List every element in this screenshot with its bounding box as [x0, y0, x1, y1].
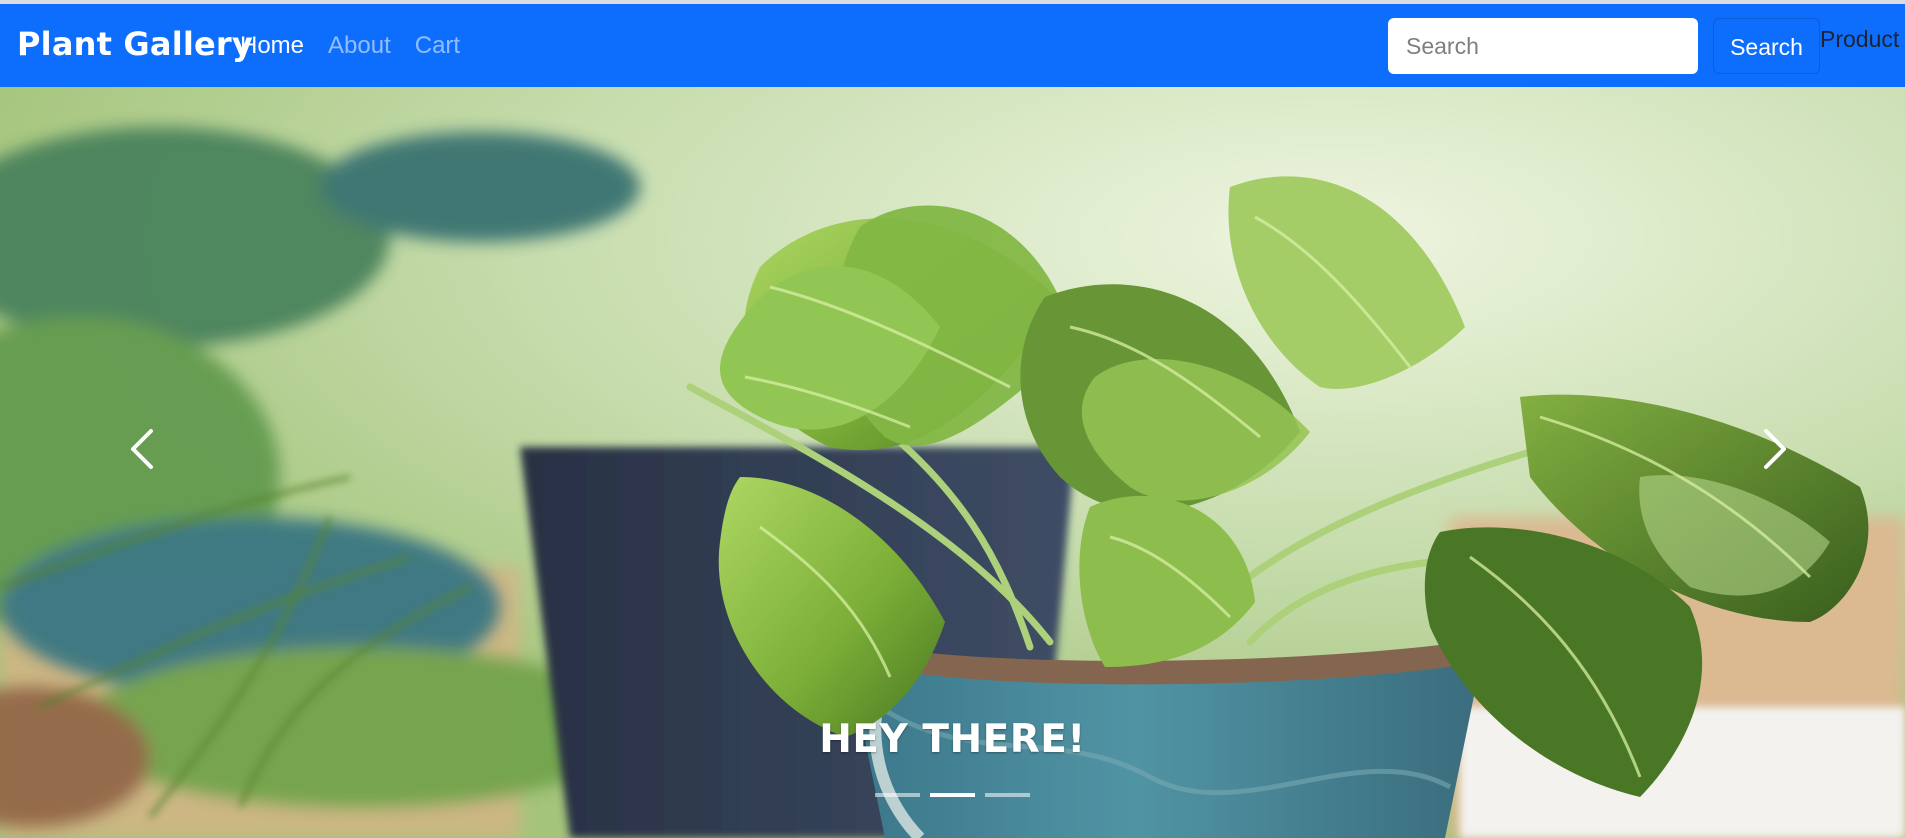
search-input[interactable]	[1388, 18, 1698, 74]
navbar: Plant Gallery Home About Cart Search Pro…	[0, 4, 1905, 87]
main-navigation: Home About Cart	[240, 30, 460, 62]
product-link[interactable]: Product	[1820, 24, 1905, 54]
hero-carousel: HEY THERE!	[0, 87, 1905, 838]
nav-about-link[interactable]: About	[328, 30, 391, 62]
nav-cart-link[interactable]: Cart	[415, 30, 460, 62]
carousel-indicator-3[interactable]	[985, 793, 1030, 797]
brand-logo[interactable]: Plant Gallery	[17, 24, 253, 64]
carousel-indicator-2[interactable]	[930, 793, 975, 797]
carousel-caption: HEY THERE!	[819, 717, 1086, 762]
carousel-prev-icon[interactable]	[113, 419, 173, 479]
carousel-indicators	[0, 793, 1905, 797]
nav-home-link[interactable]: Home	[240, 30, 304, 62]
carousel-indicator-1[interactable]	[875, 793, 920, 797]
carousel-next-icon[interactable]	[1744, 419, 1804, 479]
search-button[interactable]: Search	[1713, 18, 1820, 74]
